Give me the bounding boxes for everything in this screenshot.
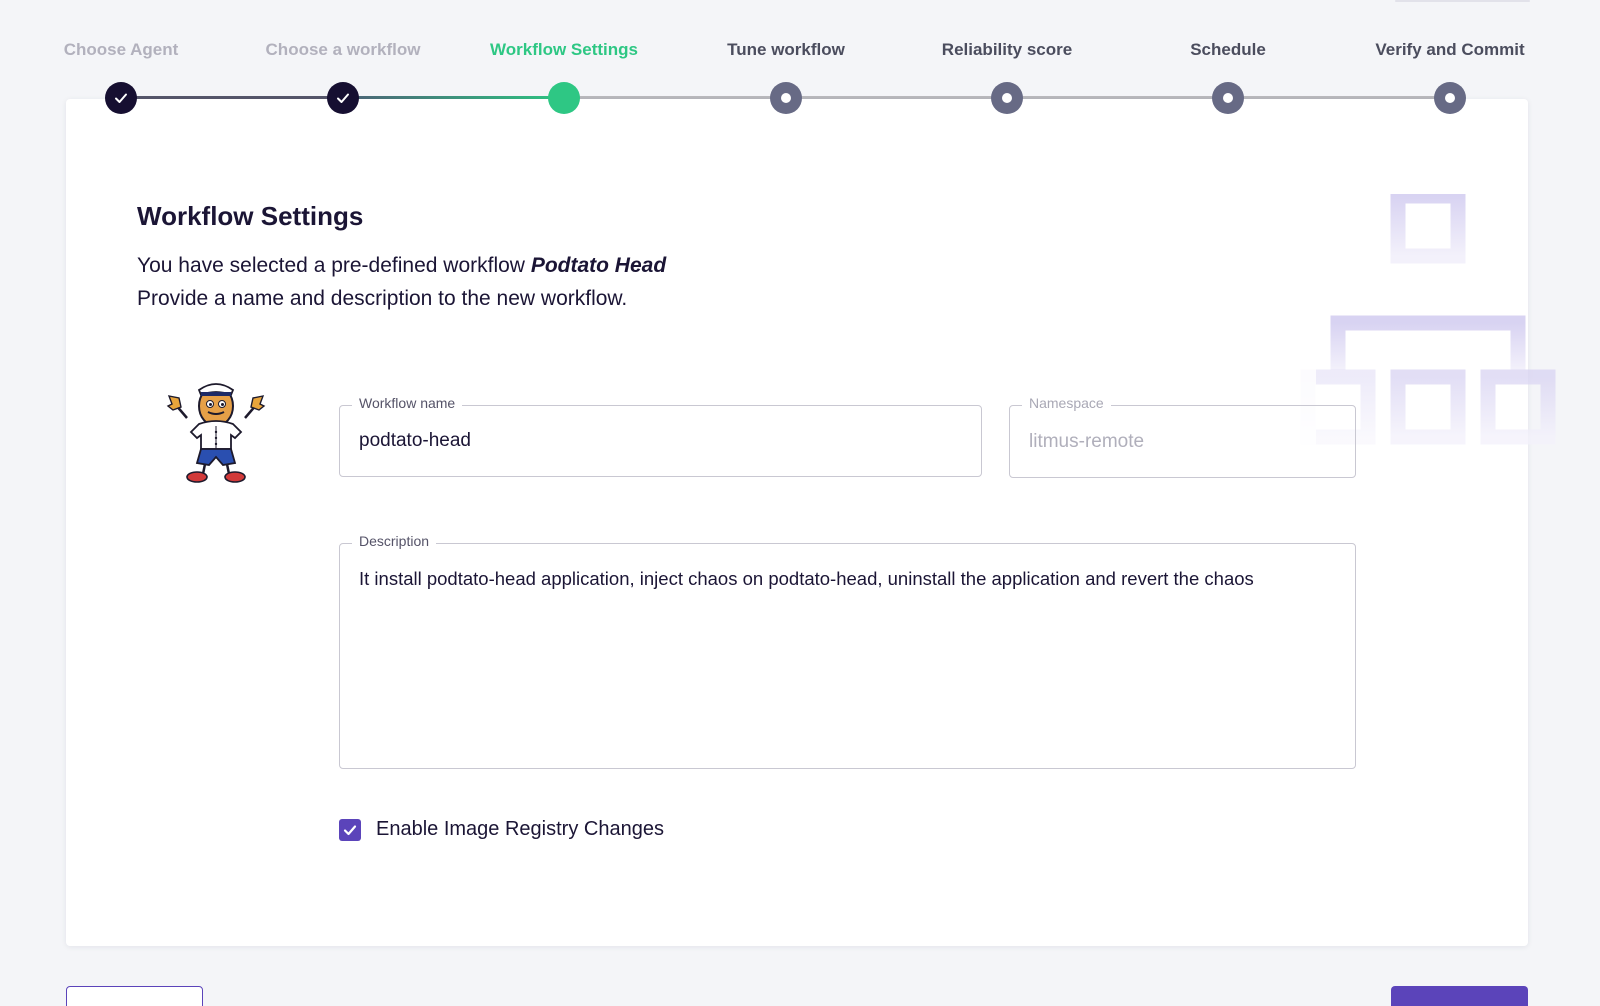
workflow-settings-card: Workflow Settings You have selected a pr…	[66, 99, 1556, 946]
workflow-name-input[interactable]: podtato-head	[359, 430, 471, 452]
enable-registry-label: Enable Image Registry Changes	[376, 818, 664, 840]
next-button[interactable]	[1391, 986, 1528, 1006]
podtato-head-mascot	[166, 383, 266, 483]
step-dot-reliability-score	[991, 82, 1023, 114]
namespace-field: Namespace litmus-remote	[1009, 395, 1356, 478]
description-label: Description	[352, 533, 437, 549]
check-icon	[115, 93, 127, 103]
selected-workflow-name: Podtato Head	[530, 254, 667, 277]
namespace-input: litmus-remote	[1029, 431, 1145, 452]
subtitle-prefix: You have selected a pre-defined workflow	[137, 254, 531, 277]
workflow-name-field[interactable]: Workflow name podtato-head	[339, 395, 982, 477]
description-textarea[interactable]: It install podtato-head application, inj…	[359, 568, 1325, 590]
enable-registry-row[interactable]: Enable Image Registry Changes	[339, 818, 664, 841]
step-label-schedule: Schedule	[1190, 40, 1266, 59]
step-label-reliability-score: Reliability score	[941, 40, 1073, 59]
step-dot-choose-workflow	[327, 82, 359, 114]
step-dot-choose-agent	[105, 82, 137, 114]
page-subtitle: You have selected a pre-defined workflow…	[137, 249, 666, 315]
step-label-choose-workflow: Choose a workflow	[265, 40, 421, 59]
check-icon	[337, 93, 349, 103]
page-title: Workflow Settings	[137, 201, 364, 231]
enable-registry-checkbox[interactable]	[339, 818, 361, 841]
step-dot-verify-commit	[1434, 82, 1466, 114]
step-dot-workflow-settings	[548, 82, 580, 114]
step-dot-tune-workflow	[770, 82, 802, 114]
namespace-label: Namespace	[1022, 395, 1111, 411]
step-label-workflow-settings: Workflow Settings	[490, 40, 638, 59]
step-label-choose-agent: Choose Agent	[63, 40, 179, 59]
workflow-name-label: Workflow name	[352, 395, 463, 411]
description-field[interactable]: Description It install podtato-head appl…	[339, 533, 1356, 769]
step-label-verify-commit: Verify and Commit	[1375, 40, 1525, 59]
subtitle-instruction: Provide a name and description to the ne…	[137, 287, 628, 310]
back-button[interactable]	[66, 986, 203, 1006]
step-label-tune-workflow: Tune workflow	[727, 40, 845, 59]
step-dot-schedule	[1212, 82, 1244, 114]
checkmark-icon	[343, 824, 357, 835]
